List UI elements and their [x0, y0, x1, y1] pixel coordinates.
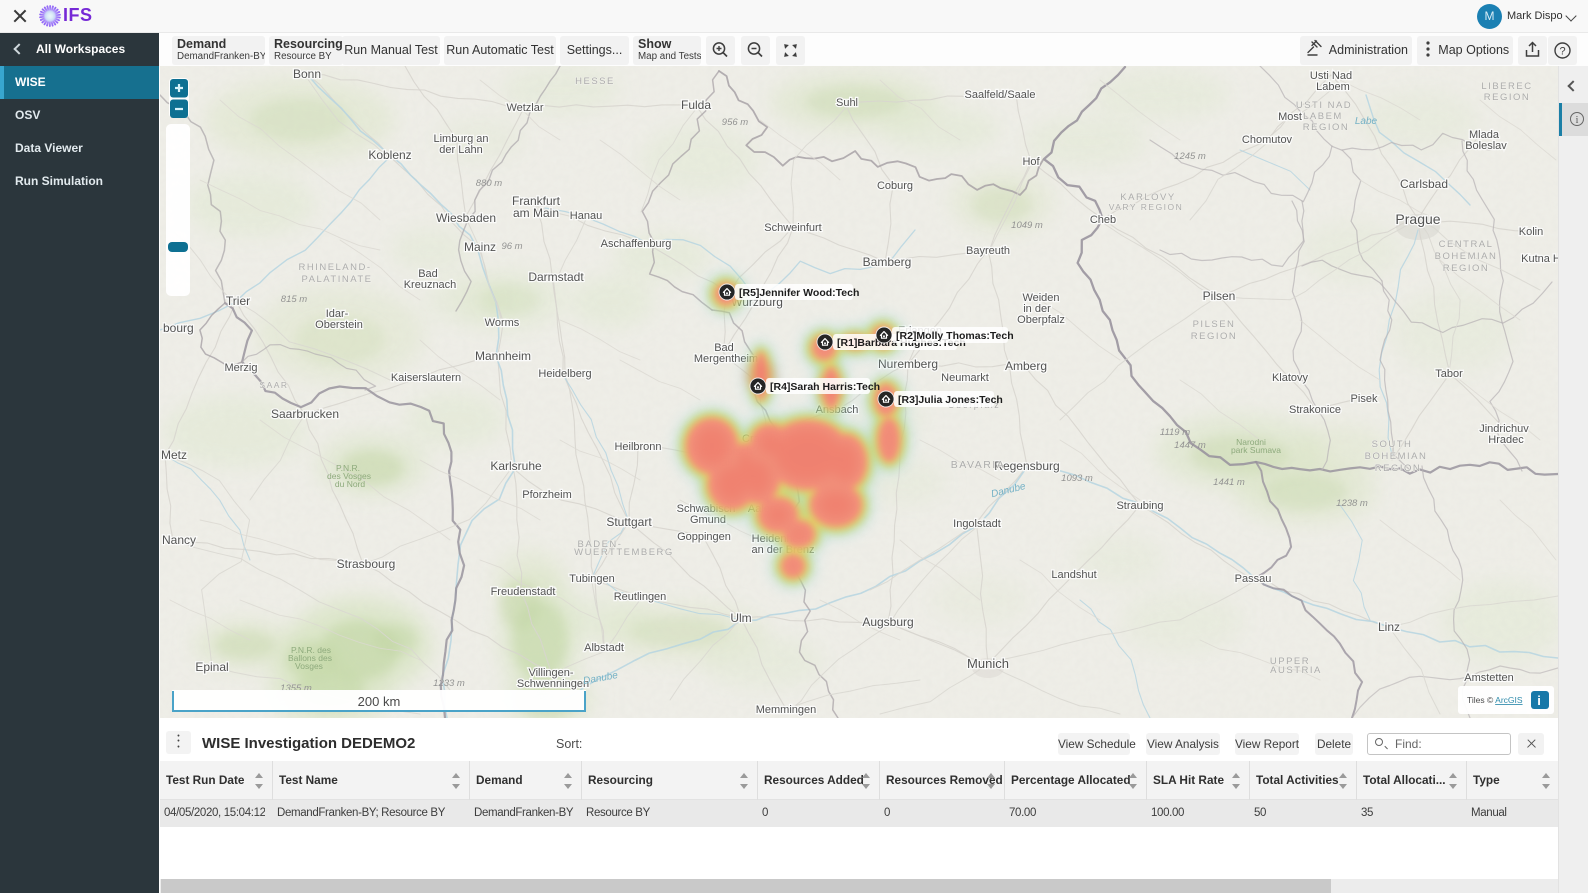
- svg-text:[R4]Sarah Harris:Tech: [R4]Sarah Harris:Tech: [770, 381, 880, 393]
- svg-text:[R3]Julia Jones:Tech: [R3]Julia Jones:Tech: [898, 394, 1003, 406]
- svg-text:Tiles © ArcGIS: Tiles © ArcGIS: [1467, 695, 1523, 705]
- svg-text:[R2]Molly Thomas:Tech: [R2]Molly Thomas:Tech: [896, 330, 1014, 342]
- svg-text:i: i: [1537, 693, 1541, 708]
- svg-text:[R5]Jennifer Wood:Tech: [R5]Jennifer Wood:Tech: [739, 287, 859, 299]
- svg-text:200 km: 200 km: [358, 694, 401, 709]
- svg-text:?: ?: [1559, 45, 1565, 57]
